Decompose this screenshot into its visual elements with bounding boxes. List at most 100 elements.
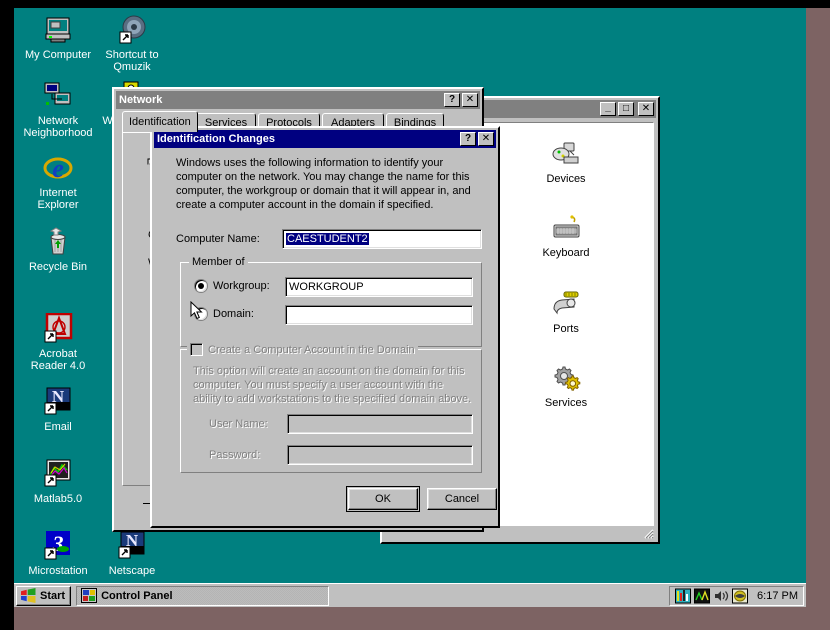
netscape-n-icon: N xyxy=(116,530,148,562)
cp-item-label: Devices xyxy=(521,173,611,185)
taskbar-button-control-panel[interactable]: Control Panel xyxy=(76,586,329,606)
taskbar[interactable]: Start Control Panel xyxy=(14,583,806,607)
desktop-icon-label: Matlab5.0 xyxy=(20,493,96,505)
workgroup-radio[interactable] xyxy=(195,280,207,292)
password-label: Password: xyxy=(209,449,260,461)
identification-changes-dialog[interactable]: Identification Changes ? ✕ Windows uses … xyxy=(150,126,500,528)
desktop-icon-label: Internet Explorer xyxy=(20,187,96,211)
start-button[interactable]: Start xyxy=(16,586,71,606)
member-of-group: Member of Workgroup: WORKGROUP Domain: xyxy=(180,262,482,347)
keyboard-icon xyxy=(550,213,582,245)
desktop-icon-acrobat-reader[interactable]: Acrobat Reader 4.0 xyxy=(20,313,96,372)
tab-identification[interactable]: Identification xyxy=(122,111,198,132)
cp-item-label: Keyboard xyxy=(521,247,611,259)
microstation-icon: 3 xyxy=(42,530,74,562)
acrobat-icon xyxy=(42,313,74,345)
desktop-icon-label: Microstation xyxy=(20,565,96,577)
dialog-description: Windows uses the following information t… xyxy=(176,156,482,212)
network-icon xyxy=(42,80,74,112)
create-account-checkbox[interactable] xyxy=(190,343,203,356)
monitor-bezel-right xyxy=(806,0,830,630)
computer-icon xyxy=(42,14,74,46)
monitor-bezel-bottom xyxy=(0,607,830,630)
desktop-icon-my-computer[interactable]: My Computer xyxy=(20,14,96,61)
desktop-icon-label: Network Neighborhood xyxy=(20,115,96,139)
close-icon[interactable]: ✕ xyxy=(462,93,478,107)
desktop-icon-network-neighborhood[interactable]: Network Neighborhood xyxy=(20,80,96,139)
network-title: Network xyxy=(119,94,442,106)
windows-logo-icon xyxy=(20,588,37,603)
user-name-input xyxy=(287,414,473,434)
desktop-icon-matlab[interactable]: Matlab5.0 xyxy=(20,458,96,505)
cp-item-devices[interactable]: Devices xyxy=(521,139,611,185)
workgroup-radio-row[interactable]: Workgroup: xyxy=(195,280,270,292)
desktop-icon-label: Email xyxy=(20,421,96,433)
network-titlebar[interactable]: Network ? ✕ xyxy=(116,91,480,109)
cp-item-services[interactable]: Services xyxy=(521,363,611,409)
desktop-icon-internet-explorer[interactable]: e Internet Explorer xyxy=(20,152,96,211)
ie-e-icon: e xyxy=(42,152,74,184)
cp-item-keyboard[interactable]: Keyboard xyxy=(521,213,611,259)
computer-name-input[interactable]: CAESTUDENT2 xyxy=(282,229,482,249)
desktop-icon-shortcut-to-qmuzik[interactable]: Shortcut to Qmuzik xyxy=(94,14,170,73)
system-tray[interactable]: 6:17 PM xyxy=(669,586,804,606)
desktop-icon-label: Shortcut to Qmuzik xyxy=(94,49,170,73)
network-meter-icon[interactable] xyxy=(675,588,691,604)
resize-grip[interactable] xyxy=(642,527,654,539)
workgroup-label: Workgroup: xyxy=(213,280,270,292)
close-icon[interactable]: ✕ xyxy=(478,132,494,146)
member-of-label: Member of xyxy=(189,256,248,268)
workgroup-value: WORKGROUP xyxy=(289,281,364,293)
power-icon[interactable] xyxy=(732,588,748,604)
ports-icon xyxy=(550,289,582,321)
create-account-label: Create a Computer Account in the Domain xyxy=(208,344,415,356)
matlab-plot-icon xyxy=(42,458,74,490)
recycle-bin-icon xyxy=(42,226,74,258)
monitor-bezel-top xyxy=(0,0,830,8)
start-label: Start xyxy=(40,590,65,602)
taskbar-button-label: Control Panel xyxy=(101,590,173,602)
cp-item-ports[interactable]: Ports xyxy=(521,289,611,335)
create-account-group: Create a Computer Account in the Domain … xyxy=(180,349,482,473)
computer-name-label-text: Computer Name: xyxy=(176,233,260,245)
desktop[interactable]: My Computer Shortcut to Qmuzik xyxy=(14,8,806,583)
desktop-icon-netscape[interactable]: N Netscape xyxy=(94,530,170,577)
clock[interactable]: 6:17 PM xyxy=(757,590,798,602)
devices-icon xyxy=(550,139,582,171)
cp-item-label: Ports xyxy=(521,323,611,335)
help-icon[interactable]: ? xyxy=(460,132,476,146)
create-account-checkbox-row[interactable]: Create a Computer Account in the Domain xyxy=(187,343,418,356)
close-icon[interactable]: ✕ xyxy=(638,102,654,116)
desktop-icon-email[interactable]: N Email xyxy=(20,386,96,433)
password-input xyxy=(287,445,473,465)
user-name-label: User Name: xyxy=(209,418,268,430)
minimize-icon[interactable]: _ xyxy=(600,102,616,116)
desktop-icon-recycle-bin[interactable]: Recycle Bin xyxy=(20,226,96,273)
desktop-icon-microstation[interactable]: 3 Microstation xyxy=(20,530,96,577)
monitor-bezel-left xyxy=(0,0,14,630)
desktop-icon-label: My Computer xyxy=(20,49,96,61)
cancel-button[interactable]: Cancel xyxy=(427,488,497,510)
tab-label: Identification xyxy=(129,116,191,128)
cp-item-label: Services xyxy=(521,397,611,409)
display-icon[interactable] xyxy=(694,588,710,604)
screen: My Computer Shortcut to Qmuzik xyxy=(0,0,830,630)
ok-button[interactable]: OK xyxy=(348,488,418,510)
computer-name-label: Computer Name: xyxy=(176,233,260,245)
domain-radio[interactable] xyxy=(195,308,207,320)
dialog-titlebar[interactable]: Identification Changes ? ✕ xyxy=(154,130,496,148)
domain-input[interactable] xyxy=(285,305,473,325)
workgroup-input[interactable]: WORKGROUP xyxy=(285,277,473,297)
services-icon xyxy=(550,363,582,395)
domain-label: Domain: xyxy=(213,308,254,320)
help-icon[interactable]: ? xyxy=(444,93,460,107)
domain-radio-row[interactable]: Domain: xyxy=(195,308,254,320)
desktop-icon-label: Recycle Bin xyxy=(20,261,96,273)
desktop-icon-label: Acrobat Reader 4.0 xyxy=(20,348,96,372)
create-account-description: This option will create an account on th… xyxy=(193,364,473,406)
dialog-title: Identification Changes xyxy=(157,133,458,145)
svg-text:e: e xyxy=(52,154,64,183)
maximize-icon[interactable]: □ xyxy=(618,102,634,116)
control-panel-icon xyxy=(81,588,97,603)
volume-icon[interactable] xyxy=(713,588,729,604)
